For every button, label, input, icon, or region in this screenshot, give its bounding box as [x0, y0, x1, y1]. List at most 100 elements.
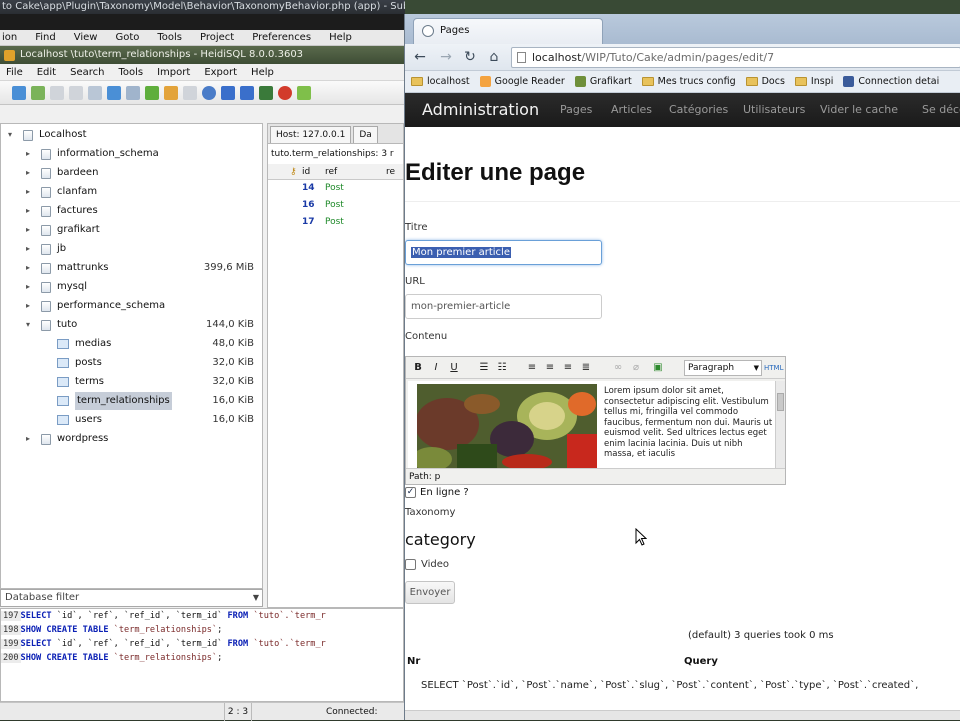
refresh-icon[interactable] — [145, 85, 159, 100]
sublime-menu-item[interactable]: Goto — [115, 30, 139, 45]
lock-icon[interactable] — [183, 85, 197, 100]
html-source-icon[interactable]: HTML — [764, 360, 783, 376]
bookmark-item[interactable]: Google Reader — [479, 76, 565, 87]
heidisql-menu-item[interactable]: Edit — [37, 64, 56, 80]
tab-database[interactable]: Da — [353, 126, 378, 143]
tree-table-item[interactable]: medias 48,0 KiB — [1, 335, 262, 353]
sublime-menu-item[interactable]: ion — [2, 30, 17, 45]
collapse-icon[interactable]: ▾ — [23, 316, 33, 334]
sublime-menu-item[interactable]: Help — [329, 30, 352, 45]
user-manager-icon[interactable] — [107, 85, 121, 100]
column-header-ref-id[interactable]: re — [386, 164, 395, 180]
cell-ref[interactable]: Post — [325, 180, 344, 197]
align-right-icon[interactable]: ≡ — [560, 360, 576, 376]
heidisql-menu-item[interactable]: Import — [157, 64, 190, 80]
tree-database-item[interactable]: ▸ performance_schema — [1, 297, 262, 315]
help-icon[interactable] — [202, 85, 216, 100]
title-field[interactable]: Mon premier article — [405, 240, 602, 265]
italic-icon[interactable]: I — [428, 360, 444, 376]
expand-icon[interactable]: ▸ — [23, 145, 33, 163]
tree-table-item[interactable]: posts 32,0 KiB — [1, 354, 262, 372]
url-field[interactable]: mon-premier-article — [405, 294, 602, 319]
reload-icon[interactable]: ↻ — [461, 48, 479, 66]
tree-database-item[interactable]: ▾ Localhost — [1, 126, 262, 144]
forward-icon[interactable]: → — [437, 48, 455, 66]
tree-database-item[interactable]: ▸ information_schema — [1, 145, 262, 163]
tree-database-item[interactable]: ▸ grafikart — [1, 221, 262, 239]
bookmark-item[interactable]: Connection detai — [843, 76, 939, 87]
nav-clear-cache[interactable]: Vider le cache — [820, 93, 898, 127]
expand-icon[interactable]: ▸ — [23, 202, 33, 220]
nav-categories[interactable]: Catégories — [669, 93, 728, 127]
food-image[interactable] — [417, 384, 597, 468]
sublime-menu-item[interactable]: Project — [200, 30, 234, 45]
table-row[interactable]: 14 Post — [268, 180, 403, 197]
tree-database-item[interactable]: ▸ jb — [1, 240, 262, 258]
unlink-icon[interactable]: ⌀ — [628, 360, 644, 376]
admin-brand[interactable]: Administration — [422, 93, 539, 127]
bookmark-item[interactable]: Docs — [745, 76, 785, 87]
bullet-list-icon[interactable]: ☰ — [476, 360, 492, 376]
sublime-menu-item[interactable]: View — [74, 30, 98, 45]
align-center-icon[interactable]: ≡ — [542, 360, 558, 376]
column-header-id[interactable]: id — [302, 164, 310, 180]
sublime-menu-item[interactable]: Preferences — [252, 30, 311, 45]
sublime-menu-item[interactable]: Find — [35, 30, 56, 45]
bookmark-item[interactable]: localhost — [411, 76, 470, 87]
paste-icon[interactable] — [69, 85, 83, 100]
nav-logout[interactable]: Se déco — [922, 93, 960, 127]
expand-icon[interactable]: ▸ — [23, 240, 33, 258]
table-row[interactable]: 17 Post — [268, 214, 403, 231]
cell-id[interactable]: 17 — [302, 214, 315, 231]
connect-icon[interactable] — [12, 85, 26, 100]
browser-horizontal-scrollbar[interactable] — [405, 710, 960, 720]
expand-icon[interactable]: ▸ — [23, 297, 33, 315]
run-icon[interactable] — [297, 85, 311, 100]
expand-icon[interactable]: ▸ — [23, 221, 33, 239]
home-icon[interactable]: ⌂ — [485, 48, 503, 66]
heidisql-menu-item[interactable]: Help — [251, 64, 274, 80]
heidisql-menu-item[interactable]: File — [6, 64, 23, 80]
tree-database-item[interactable]: ▸ wordpress — [1, 430, 262, 448]
sublime-menu-item[interactable]: Tools — [157, 30, 182, 45]
undo-icon[interactable] — [88, 85, 102, 100]
database-filter-input[interactable]: Database filter ▼ — [0, 589, 263, 607]
expand-icon[interactable]: ▸ — [23, 183, 33, 201]
bookmark-item[interactable]: Grafikart — [574, 76, 632, 87]
align-left-icon[interactable]: ≡ — [524, 360, 540, 376]
back-icon[interactable]: ← — [411, 48, 429, 66]
expand-icon[interactable]: ▸ — [23, 259, 33, 277]
tree-table-item[interactable]: terms 32,0 KiB — [1, 373, 262, 391]
search-icon[interactable] — [164, 85, 178, 100]
expand-icon[interactable]: ▸ — [23, 278, 33, 296]
cell-id[interactable]: 16 — [302, 197, 315, 214]
online-checkbox-row[interactable]: ✓ En ligne ? — [405, 487, 469, 498]
browser-tab[interactable]: Pages — [413, 18, 603, 44]
format-select[interactable]: Paragraph ▼ — [684, 360, 762, 376]
heidisql-menu-item[interactable]: Export — [204, 64, 237, 80]
first-record-icon[interactable] — [221, 85, 235, 100]
new-icon[interactable] — [31, 85, 45, 100]
video-checkbox[interactable] — [405, 559, 416, 570]
editor-scrollbar[interactable] — [775, 381, 785, 468]
address-bar[interactable]: localhost/WIP/Tuto/Cake/admin/pages/edit… — [511, 47, 960, 68]
link-icon[interactable]: ∞ — [610, 360, 626, 376]
numbered-list-icon[interactable]: ☷ — [494, 360, 510, 376]
tree-database-item[interactable]: ▾ tuto 144,0 KiB — [1, 316, 262, 334]
align-justify-icon[interactable]: ≣ — [578, 360, 594, 376]
tree-database-item[interactable]: ▸ mattrunks 399,6 MiB — [1, 259, 262, 277]
export-icon[interactable] — [126, 85, 140, 100]
scrollbar-thumb[interactable] — [777, 393, 784, 411]
nav-pages[interactable]: Pages — [560, 93, 592, 127]
bold-icon[interactable]: B — [410, 360, 426, 376]
tree-table-item[interactable]: term_relationships 16,0 KiB — [1, 392, 262, 410]
submit-button[interactable]: Envoyer — [405, 581, 455, 604]
heidisql-menu-item[interactable]: Tools — [118, 64, 143, 80]
underline-icon[interactable]: U — [446, 360, 462, 376]
chevron-down-icon[interactable]: ▼ — [253, 590, 259, 606]
heidisql-menu-item[interactable]: Search — [70, 64, 104, 80]
tab-host[interactable]: Host: 127.0.0.1 — [270, 126, 352, 143]
video-checkbox-row[interactable]: Video — [405, 559, 449, 570]
bookmark-item[interactable]: Mes trucs config — [641, 76, 736, 87]
post-icon[interactable] — [259, 85, 273, 100]
